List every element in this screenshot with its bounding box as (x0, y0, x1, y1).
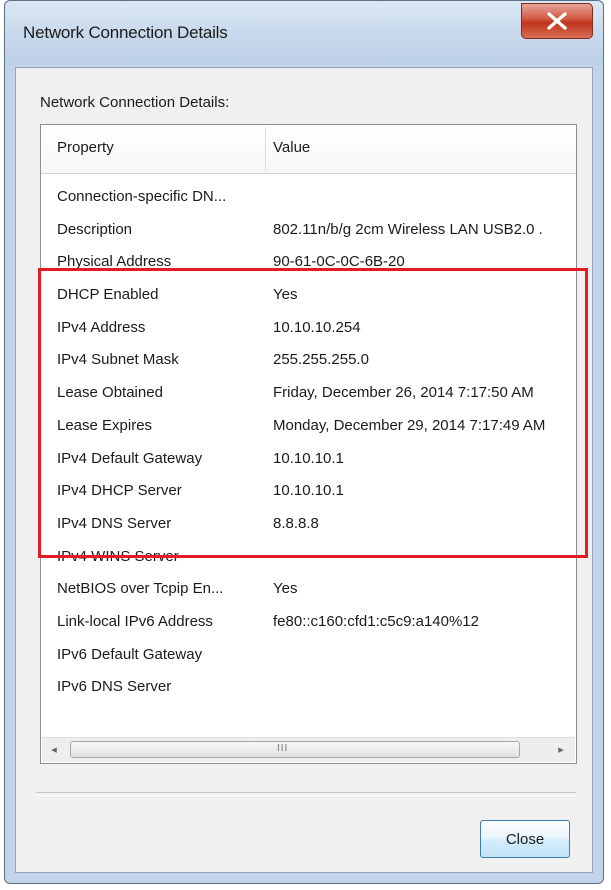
close-icon (547, 12, 567, 30)
list-item[interactable]: Physical Address 90-61-0C-0C-6B-20 (41, 246, 576, 279)
property-cell: Description (57, 220, 133, 238)
value-cell: Monday, December 29, 2014 7:17:49 AM (273, 416, 546, 434)
horizontal-scrollbar[interactable]: ◂ III ▸ (42, 737, 575, 762)
list-rows: Connection-specific DN... Description 802.… (41, 181, 576, 704)
list-item[interactable]: IPv4 Subnet Mask 255.255.255.0 (41, 344, 576, 377)
list-item[interactable]: IPv4 Address 10.10.10.254 (41, 312, 576, 345)
value-cell: 802.11n/b/g 2cm Wireless LAN USB2.0 . (273, 220, 543, 238)
property-cell: Physical Address (57, 253, 172, 271)
list-item[interactable]: IPv6 Default Gateway (41, 639, 576, 672)
property-cell: IPv4 Subnet Mask (57, 351, 179, 369)
list-item[interactable]: IPv6 DNS Server (41, 671, 576, 704)
property-cell: Lease Expires (57, 416, 153, 434)
property-cell: Connection-specific DN... (57, 188, 227, 205)
property-cell: Lease Obtained (57, 384, 163, 402)
scroll-left-icon[interactable]: ◂ (44, 740, 64, 760)
property-cell: DHCP Enabled (57, 286, 159, 304)
value-cell: 10.10.10.1 (273, 482, 344, 500)
list-item[interactable]: DHCP Enabled Yes (41, 279, 576, 312)
title-close-button[interactable] (521, 3, 593, 39)
list-item[interactable]: IPv4 WINS Server (41, 541, 576, 574)
value-cell: fe80::c160:cfd1:c5c9:a140%12 (273, 612, 479, 630)
group-label: Network Connection Details: (40, 94, 230, 111)
column-header-value[interactable]: Value (273, 139, 310, 156)
dialog-client-area: Network Connection Details: Property Val… (15, 67, 593, 873)
list-item[interactable]: Lease Expires Monday, December 29, 2014 7… (41, 410, 576, 443)
property-cell: IPv4 DNS Server (57, 514, 172, 532)
list-item[interactable]: Description 802.11n/b/g 2cm Wireless LAN … (41, 214, 576, 247)
window-title: Network Connection Details (23, 23, 228, 42)
list-item[interactable]: NetBIOS over Tcpip En... Yes (41, 573, 576, 606)
list-item[interactable]: IPv4 Default Gateway 10.10.10.1 (41, 443, 576, 476)
value-cell: Yes (273, 580, 298, 598)
details-list[interactable]: Property Value Connection-specific DN...… (40, 124, 577, 764)
value-cell: 255.255.255.0 (273, 351, 369, 369)
property-cell: Link-local IPv6 Address (57, 612, 213, 630)
list-header: Property Value (41, 125, 576, 174)
property-cell: IPv4 Address (57, 318, 146, 336)
list-item[interactable]: Connection-specific DN... (41, 181, 576, 214)
property-cell: NetBIOS over Tcpip En... (57, 580, 224, 598)
value-cell: 90-61-0C-0C-6B-20 (273, 253, 405, 271)
list-item[interactable]: Link-local IPv6 Address fe80::c160:cfd1:c… (41, 606, 576, 639)
title-bar[interactable]: Network Connection Details (5, 1, 603, 65)
value-cell: 10.10.10.1 (273, 449, 344, 467)
property-cell: IPv4 DHCP Server (57, 482, 182, 500)
property-cell: IPv4 Default Gateway (57, 449, 203, 467)
scroll-right-icon[interactable]: ▸ (551, 740, 571, 760)
thumb-grip-icon: III (277, 743, 289, 754)
list-item[interactable]: Lease Obtained Friday, December 26, 2014 … (41, 377, 576, 410)
property-cell: IPv6 Default Gateway (57, 645, 203, 663)
value-cell: Yes (273, 286, 298, 304)
value-cell: 10.10.10.254 (273, 318, 361, 336)
list-item[interactable]: IPv4 DHCP Server 10.10.10.1 (41, 475, 576, 508)
scrollbar-thumb[interactable]: III (70, 741, 520, 758)
separator-line (36, 792, 576, 796)
close-button[interactable]: Close (480, 820, 570, 858)
value-cell: 8.8.8.8 (273, 514, 319, 532)
dialog-window: Network Connection Details Network Conne… (4, 0, 604, 884)
property-cell: IPv4 WINS Server (57, 547, 179, 565)
property-cell: IPv6 DNS Server (57, 678, 172, 696)
list-item[interactable]: IPv4 DNS Server 8.8.8.8 (41, 508, 576, 541)
column-divider[interactable] (265, 127, 266, 171)
value-cell: Friday, December 26, 2014 7:17:50 AM (273, 384, 534, 402)
column-header-property[interactable]: Property (57, 139, 114, 156)
